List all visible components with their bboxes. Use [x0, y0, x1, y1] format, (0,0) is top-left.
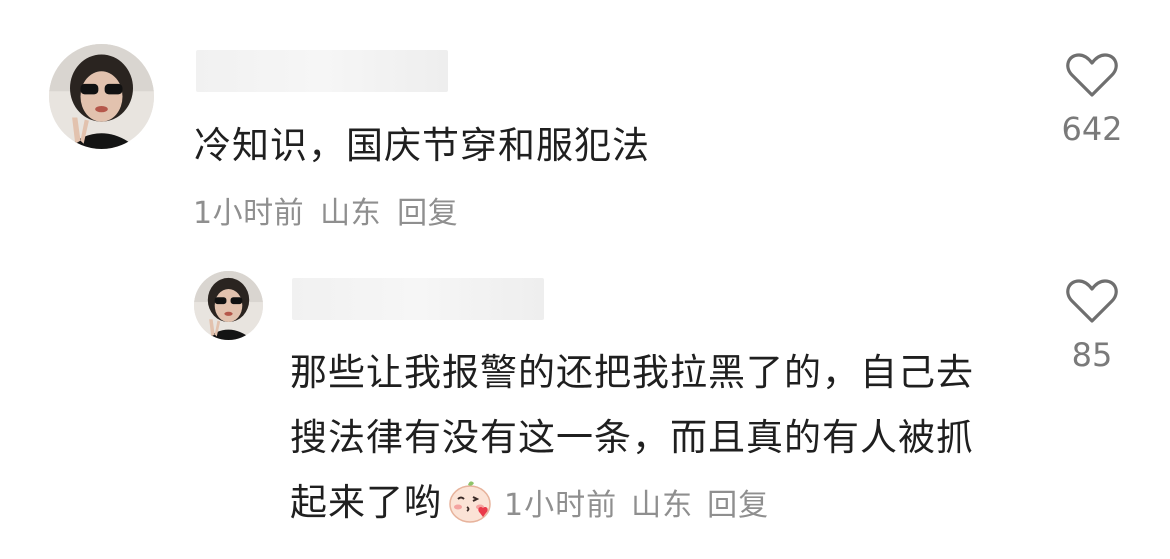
comment-like[interactable]: 642: [1052, 52, 1132, 148]
blush-kiss-emoji-icon: [449, 481, 491, 523]
reply-like[interactable]: 85: [1052, 278, 1132, 374]
reply-time: 1小时前: [504, 488, 618, 523]
comment-meta: 1小时前 山东 回复: [193, 188, 474, 232]
avatar-photo-icon: [194, 271, 263, 340]
reply-reply-button[interactable]: 回复: [707, 488, 769, 523]
commenter-name-hidden[interactable]: [196, 50, 448, 92]
heart-outline-icon[interactable]: [1066, 278, 1118, 324]
reply-like-count: 85: [1071, 336, 1113, 374]
avatar-photo-icon: [49, 44, 154, 149]
commenter-avatar[interactable]: [49, 44, 154, 149]
reply-location: 山东: [631, 488, 694, 523]
comment-text: 冷知识，国庆节穿和服犯法: [194, 124, 650, 167]
comment-location: 山东: [320, 196, 382, 231]
comment-reply-button[interactable]: 回复: [397, 196, 458, 231]
replier-name-hidden[interactable]: [292, 278, 544, 320]
comment-like-count: 642: [1061, 110, 1123, 148]
heart-outline-icon[interactable]: [1066, 52, 1118, 98]
reply-content: 那些让我报警的还把我拉黑了的，自己去搜法律有没有这一条，而且真的有人被抓起来了哟…: [290, 340, 990, 538]
comment-time: 1小时前: [193, 196, 305, 231]
reply-meta: 1小时前 山东 回复: [504, 488, 783, 523]
replier-avatar[interactable]: [194, 271, 263, 340]
